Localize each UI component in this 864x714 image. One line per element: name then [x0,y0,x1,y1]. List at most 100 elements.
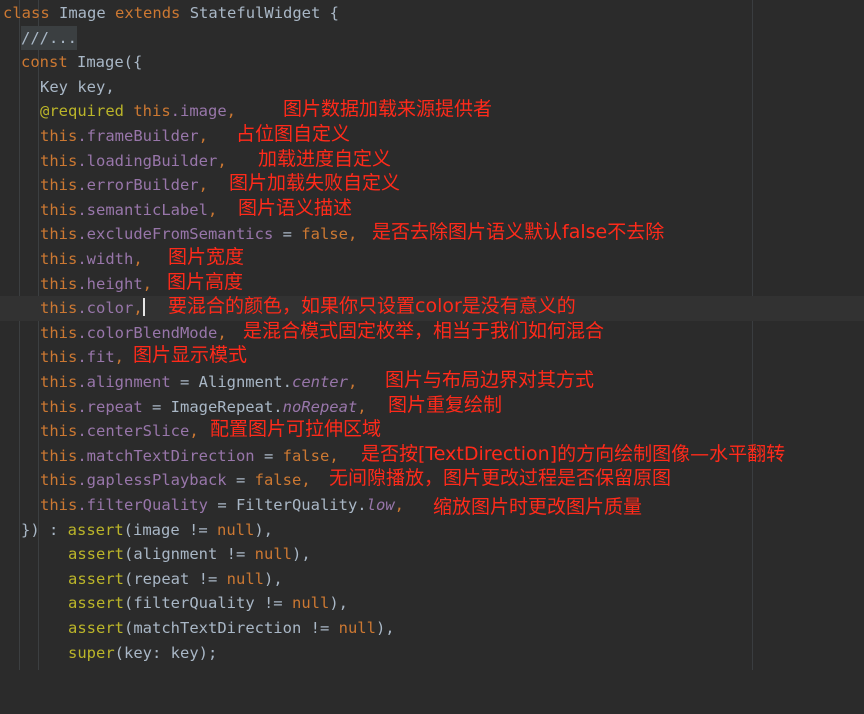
code-line-semanticLabel[interactable]: this.semanticLabel, 图片语义描述 [0,197,864,223]
field-name: .height [77,274,143,293]
punctuation: , [217,323,227,342]
keyword: class [3,4,50,22]
literal-value: false [254,471,302,490]
punctuation: , [217,151,227,170]
code-line-repeat[interactable]: this.repeat = ImageRepeat.noRepeat, 图片重复… [0,393,864,420]
punctuation: , [347,373,358,391]
keyword: this [40,471,78,490]
punctuation: , [226,102,237,121]
punctuation: , [198,127,208,145]
code-line-fit[interactable]: this.fit, 图片显示模式 [0,344,864,370]
assert-keyword: assert [67,520,124,539]
assert-keyword: assert [68,569,124,588]
punctuation: , [329,446,339,465]
operator: = Alignment. [170,373,292,391]
annotation-note-filterQuality: 缩放图片时更改图片质量 [433,496,643,518]
annotation-note-repeat: 图片重复绘制 [388,393,503,416]
assert-expression: (matchTextDirection != [124,619,339,637]
punctuation: , [357,397,367,416]
literal-value: false [282,446,330,465]
code-line-excludeFromSemantics[interactable]: this.excludeFromSemantics = false, 是否去除图… [0,221,864,247]
param-key: Key key, [40,77,115,96]
assert-keyword: assert [68,619,124,637]
field-name: .matchTextDirection [77,446,255,465]
code-line-constructor[interactable]: const Image({ [0,50,864,75]
keyword: this [40,274,78,293]
code-line-folded-doc[interactable]: ///... [0,25,864,51]
code-line-initializer-start[interactable]: }) : assert(image != null), [0,518,864,543]
punctuation: , [189,422,199,441]
punctuation: , [114,348,124,367]
code-line-assert-repeat[interactable]: assert(repeat != null), [0,567,864,592]
keyword: this [40,200,78,219]
enum-constant: noRepeat [282,397,358,416]
annotation-note-loadingBuilder: 加载进度自定义 [258,147,392,170]
keyword: this [40,176,78,195]
keyword: this [40,299,78,318]
keyword: this [40,250,78,268]
annotation-note-image: 图片数据加载来源提供者 [283,98,493,121]
code-line-assert-matchTextDirection[interactable]: assert(matchTextDirection != null), [0,616,864,641]
null-literal: null [291,594,330,613]
punctuation: ), [329,594,348,613]
annotation-note-colorBlendMode: 是混合模式固定枚举，相当于我们如何混合 [243,319,605,342]
keyword: const [21,53,68,72]
code-line-assert-filterQuality[interactable]: assert(filterQuality != null), [0,591,864,616]
keyword: this [40,373,78,391]
code-line-super[interactable]: super(key: key); [0,641,864,666]
literal-value: false [301,225,348,244]
keyword: extends [115,4,181,22]
code-line-colorBlendMode[interactable]: this.colorBlendMode, 是混合模式固定枚举，相当于我们如何混合 [0,319,864,346]
super-call: (key: key); [114,643,218,662]
code-line-assert-alignment[interactable]: assert(alignment != null), [0,542,864,567]
code-line-filterQuality[interactable]: this.filterQuality = FilterQuality.low, … [0,493,864,518]
code-line-alignment[interactable]: this.alignment = Alignment.center, 图片与布局… [0,369,864,395]
keyword: this [40,496,78,514]
punctuation: ), [254,520,273,539]
code-line-errorBuilder[interactable]: this.errorBuilder, 图片加载失败自定义 [0,172,864,198]
punctuation: , [347,225,358,244]
code-editor[interactable]: class Image extends StatefulWidget { ///… [0,0,864,670]
null-literal: null [338,619,376,637]
null-literal: null [254,545,292,564]
assert-expression: (alignment != [124,545,255,564]
keyword: this [40,225,78,244]
field-name: .image [170,102,227,121]
code-line-width[interactable]: this.width, 图片宽度 [0,246,864,272]
field-name: .frameBuilder [77,127,199,145]
punctuation: , [133,299,143,318]
null-literal: null [217,520,255,539]
code-line-color[interactable]: this.color, 要混合的颜色，如果你只设置color是没有意义的 [0,295,864,321]
field-name: .repeat [77,397,143,416]
constructor-name: Image({ [77,53,143,72]
field-name: .fit [77,348,115,367]
keyword: this [40,397,78,416]
closing-brace: }) : [21,520,68,539]
code-line-matchTextDirection[interactable]: this.matchTextDirection = false, 是否按[Tex… [0,443,864,469]
code-line-loadingBuilder[interactable]: this.loadingBuilder, 加载进度自定义 [0,147,864,174]
field-name: .excludeFromSemantics [77,225,274,244]
folded-doc-comment[interactable]: ///... [21,25,77,51]
punctuation: ), [375,619,395,637]
annotation-note-centerSlice: 配置图片可拉伸区域 [210,418,382,441]
code-line-height[interactable]: this.height, 图片高度 [0,270,864,297]
annotation: @required [40,102,124,121]
code-line-frameBuilder[interactable]: this.frameBuilder, 占位图自定义 [0,123,864,149]
annotation-note-height: 图片高度 [167,270,244,293]
code-line-image[interactable]: @required this.image, 图片数据加载来源提供者 [0,98,864,124]
field-name: .loadingBuilder [77,151,218,170]
punctuation: , [142,274,152,293]
punctuation: , [207,200,218,219]
keyword: this [40,151,78,170]
field-name: .colorBlendMode [77,323,218,342]
code-line-centerSlice[interactable]: this.centerSlice, 配置图片可拉伸区域 [0,418,864,444]
field-name: .centerSlice [77,422,190,441]
code-line-class-decl[interactable]: class Image extends StatefulWidget { [0,1,864,26]
keyword: this [133,102,171,121]
punctuation: , [198,176,208,195]
code-line-gaplessPlayback[interactable]: this.gaplessPlayback = false, 无间隙播放，图片更改… [0,467,864,493]
keyword: this [40,127,78,145]
punctuation: ), [263,569,283,588]
keyword: this [40,323,78,342]
code-line-key[interactable]: Key key, [0,75,864,100]
